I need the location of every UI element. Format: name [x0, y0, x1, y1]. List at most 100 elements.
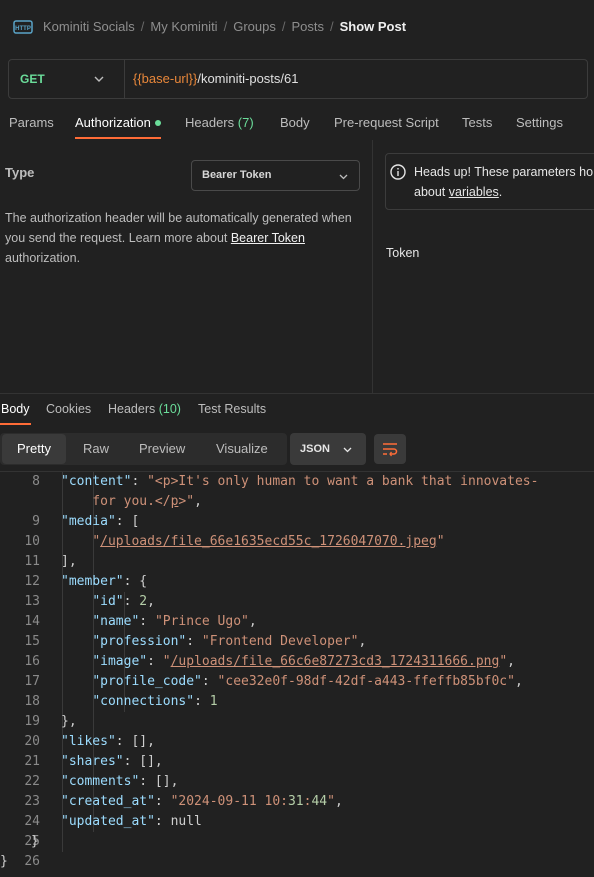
code-line: "name": "Prince Ugo", [92, 614, 257, 629]
line-number: 18 [24, 694, 40, 709]
line-number: 19 [24, 714, 40, 729]
line-number: 14 [24, 614, 40, 629]
code-line: ], [61, 554, 77, 569]
auth-description: The authorization header will be automat… [5, 208, 355, 268]
breadcrumb-item[interactable]: Kominiti Socials [43, 19, 135, 34]
url-input[interactable]: {{base-url}}/kominiti-posts/61 [133, 71, 299, 86]
tab-authorization[interactable]: Authorization [75, 115, 161, 130]
view-visualize-button[interactable]: Visualize [216, 441, 268, 456]
code-line: }, [61, 714, 77, 729]
format-select[interactable]: JSON [290, 433, 366, 465]
code-line: "connections": 1 [92, 694, 218, 709]
response-tab-test-results[interactable]: Test Results [198, 402, 266, 416]
line-number: 20 [24, 734, 40, 749]
active-tab-underline [0, 423, 31, 425]
code-line: "profile_code": "cee32e0f-98df-42df-a443… [92, 674, 523, 689]
description-text: authorization. [5, 251, 81, 265]
tab-label: Authorization [75, 115, 151, 130]
code-line: "created_at": "2024-09-11 10:31:44", [61, 794, 343, 809]
line-number: 12 [24, 574, 40, 589]
auth-type-select[interactable]: Bearer Token [191, 160, 360, 191]
notice-text: about [414, 185, 449, 199]
code-line: "image": "/uploads/file_66c6e87273cd3_17… [92, 654, 515, 669]
tab-settings[interactable]: Settings [516, 115, 563, 130]
breadcrumb-separator: / [223, 19, 228, 34]
notice-text: . [498, 185, 503, 199]
code-line: for you.</p>", [61, 494, 202, 509]
auth-type-value: Bearer Token [202, 169, 272, 181]
response-tab-headers[interactable]: Headers (10) [108, 402, 181, 416]
response-tab-body[interactable]: Body [1, 402, 30, 416]
tab-label: Headers [185, 115, 235, 130]
active-tab-underline [75, 137, 161, 139]
bearer-token-link[interactable]: Bearer Token [231, 231, 305, 245]
line-number: 22 [24, 774, 40, 789]
wrap-lines-button[interactable] [374, 434, 406, 464]
code-line: "id": 2, [92, 594, 155, 609]
code-line: } [0, 854, 8, 869]
code-line: "profession": "Frontend Developer", [92, 634, 367, 649]
code-line: "shares": [], [61, 754, 163, 769]
variables-link[interactable]: variables [449, 185, 499, 199]
line-number: 21 [24, 754, 40, 769]
heads-up-notice: Heads up! These parameters ho about varia… [385, 153, 594, 210]
breadcrumb-separator: / [329, 19, 334, 34]
chevron-down-icon [343, 447, 352, 453]
format-value: JSON [300, 443, 330, 455]
wrap-lines-icon [383, 443, 398, 457]
breadcrumb: Kominiti Socials / My Kominiti / Groups / Post… [43, 19, 406, 34]
line-number: 16 [24, 654, 40, 669]
chevron-down-icon[interactable] [93, 73, 105, 85]
code-line: "likes": [], [61, 734, 155, 749]
tab-params[interactable]: Params [9, 115, 54, 130]
active-indicator-dot [154, 119, 161, 126]
breadcrumb-bar: HTTP Kominiti Socials / My Kominiti / Groups… [0, 0, 594, 52]
breadcrumb-current[interactable]: Show Post [340, 19, 406, 34]
breadcrumb-item[interactable]: My Kominiti [150, 19, 217, 34]
svg-text:HTTP: HTTP [15, 26, 31, 32]
line-number: 13 [24, 594, 40, 609]
line-number: 10 [24, 534, 40, 549]
code-line: "media": [ [61, 514, 140, 529]
view-preview-button[interactable]: Preview [139, 441, 185, 456]
url-path: /kominiti-posts/61 [197, 71, 299, 86]
http-request-icon: HTTP [13, 20, 33, 34]
notice-text: Heads up! These parameters ho [414, 165, 594, 179]
tab-count: (7) [237, 115, 254, 130]
divider [124, 60, 125, 98]
code-line: "member": { [61, 574, 148, 589]
method-select[interactable]: GET [20, 72, 45, 86]
tab-pre-request-script[interactable]: Pre-request Script [334, 115, 439, 130]
line-number: 8 [32, 474, 40, 489]
code-line: "updated_at": null [61, 814, 202, 829]
code-line: } [31, 834, 39, 849]
view-pretty-button[interactable]: Pretty [17, 441, 51, 456]
auth-type-label: Type [5, 165, 35, 180]
view-raw-button[interactable]: Raw [83, 441, 109, 456]
tab-count: (10) [158, 402, 181, 416]
breadcrumb-separator: / [281, 19, 286, 34]
breadcrumb-separator: / [140, 19, 145, 34]
line-number: 15 [24, 634, 40, 649]
line-number: 23 [24, 794, 40, 809]
info-icon [390, 164, 406, 180]
tab-label: Headers [108, 402, 156, 416]
line-number: 11 [24, 554, 40, 569]
response-tab-cookies[interactable]: Cookies [46, 402, 91, 416]
tab-tests[interactable]: Tests [462, 115, 492, 130]
line-number: 24 [24, 814, 40, 829]
response-body-viewer[interactable]: 8 "content": "<p>It's only human to want … [0, 472, 594, 877]
token-label: Token [386, 246, 420, 260]
line-number: 9 [32, 514, 40, 529]
tab-headers[interactable]: Headers (7) [185, 115, 254, 130]
code-line: "/uploads/file_66e1635ecd55c_1726047070.… [92, 534, 445, 549]
breadcrumb-item[interactable]: Groups [233, 19, 276, 34]
code-line: "content": "<p>It's only human to want a… [61, 474, 539, 489]
breadcrumb-item[interactable]: Posts [291, 19, 324, 34]
panel-divider [372, 140, 373, 393]
tab-body[interactable]: Body [280, 115, 310, 130]
url-bar: GET {{base-url}}/kominiti-posts/61 [8, 59, 588, 99]
code-line: "comments": [], [61, 774, 179, 789]
divider [0, 393, 594, 394]
chevron-down-icon [339, 174, 348, 180]
